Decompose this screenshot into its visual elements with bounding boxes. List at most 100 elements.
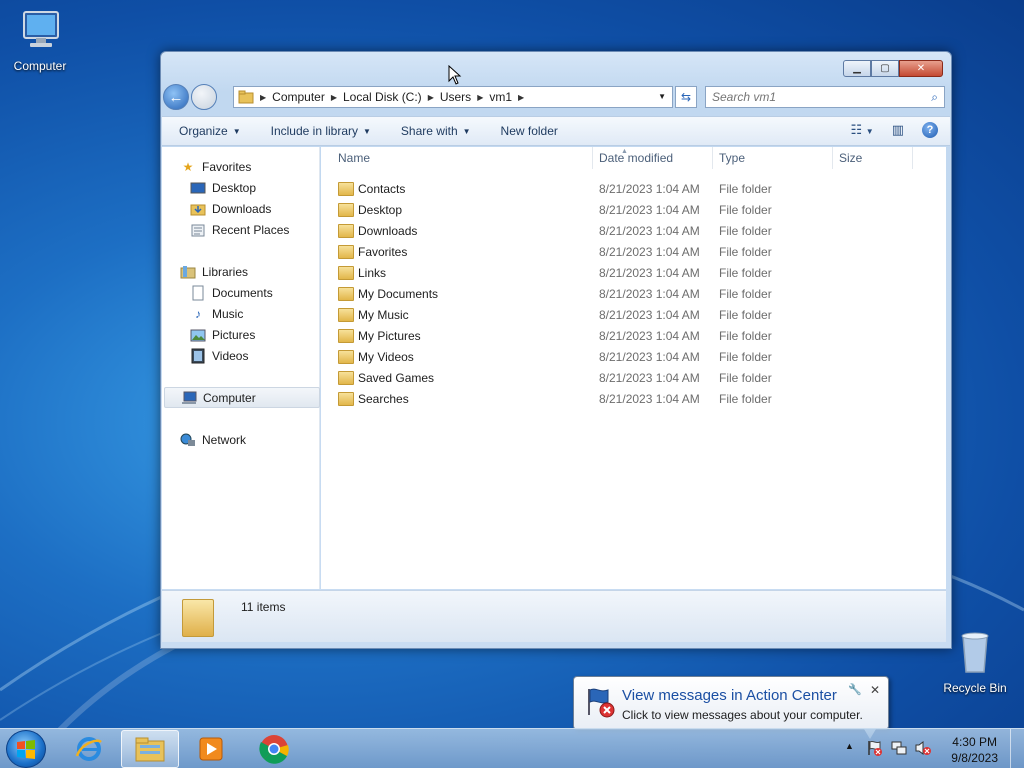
close-button[interactable]: ✕ xyxy=(899,60,943,77)
network-icon[interactable] xyxy=(890,739,908,757)
file-name: Favorites xyxy=(358,244,408,259)
search-box[interactable]: ⌕ xyxy=(705,86,945,108)
column-header-size[interactable]: Size xyxy=(833,147,913,169)
file-name: Saved Games xyxy=(358,370,435,385)
taskbar-chrome[interactable] xyxy=(245,730,303,768)
close-icon[interactable]: ✕ xyxy=(870,683,880,697)
file-date-modified: 8/21/2023 1:04 AM xyxy=(599,350,700,364)
breadcrumb-separator-icon[interactable]: ▶ xyxy=(331,93,337,102)
organize-label: Organize xyxy=(179,124,228,138)
explorer-window[interactable]: ▁ ▢ ✕ ← ▶ Computer ▶ Local Disk (C:) ▶ U… xyxy=(160,51,952,649)
notification-title[interactable]: View messages in Action Center xyxy=(622,687,837,704)
address-bar[interactable]: ▶ Computer ▶ Local Disk (C:) ▶ Users ▶ v… xyxy=(233,86,673,108)
file-type: File folder xyxy=(719,350,772,364)
file-row[interactable]: My Documents xyxy=(338,283,598,304)
file-name: My Documents xyxy=(358,286,439,301)
address-dropdown-icon[interactable]: ▼ xyxy=(658,92,666,101)
folder-icon xyxy=(338,391,354,406)
nav-label: Recent Places xyxy=(212,222,290,237)
wrench-icon[interactable]: 🔧 xyxy=(848,683,862,696)
status-bar: 11 items xyxy=(162,590,946,642)
breadcrumb-users[interactable]: Users xyxy=(440,90,471,104)
breadcrumb-separator-icon[interactable]: ▶ xyxy=(518,93,524,102)
breadcrumb-separator-icon[interactable]: ▶ xyxy=(260,93,266,102)
column-header-label: Name xyxy=(338,151,371,165)
desktop-icon-label: Recycle Bin xyxy=(943,681,1007,695)
back-button[interactable]: ← xyxy=(163,84,189,110)
file-row[interactable]: Saved Games xyxy=(338,367,598,388)
desktop-icon-computer[interactable]: Computer xyxy=(0,8,80,73)
refresh-button[interactable]: ⇆ xyxy=(675,86,697,108)
folder-icon xyxy=(338,349,354,364)
change-view-button[interactable]: ☷ ▼ xyxy=(851,122,874,138)
taskbar-internet-explorer[interactable] xyxy=(60,730,118,768)
nav-computer[interactable]: Computer xyxy=(164,387,320,408)
column-header-type[interactable]: Type xyxy=(713,147,833,169)
search-icon[interactable]: ⌕ xyxy=(931,90,938,105)
toolbar-right-group: ☷ ▼ ▥ ? xyxy=(833,122,938,138)
taskbar-media-player[interactable] xyxy=(182,730,240,768)
chevron-down-icon: ▼ xyxy=(232,126,241,136)
pictures-icon xyxy=(190,327,206,343)
nav-libraries[interactable]: Libraries xyxy=(180,261,336,282)
window-caption-buttons: ▁ ▢ ✕ xyxy=(843,60,943,77)
file-date-modified: 8/21/2023 1:04 AM xyxy=(599,203,700,217)
show-hidden-icons-button[interactable]: ▲ xyxy=(845,741,854,751)
file-row[interactable]: Downloads xyxy=(338,220,598,241)
chrome-icon xyxy=(259,735,289,764)
file-date-modified: 8/21/2023 1:04 AM xyxy=(599,329,700,343)
file-row[interactable]: My Pictures xyxy=(338,325,598,346)
file-row[interactable]: Favorites xyxy=(338,241,598,262)
file-row[interactable]: Contacts xyxy=(338,178,598,199)
breadcrumb-vm1[interactable]: vm1 xyxy=(489,90,512,104)
show-desktop-button[interactable] xyxy=(1010,729,1024,768)
start-button[interactable] xyxy=(6,730,46,768)
organize-button[interactable]: Organize ▼ xyxy=(179,124,241,138)
file-date-modified: 8/21/2023 1:04 AM xyxy=(599,245,700,259)
file-row[interactable]: My Music xyxy=(338,304,598,325)
help-icon: ? xyxy=(922,122,938,138)
breadcrumb-local-disk[interactable]: Local Disk (C:) xyxy=(343,90,422,104)
nav-label: Documents xyxy=(212,285,273,300)
file-type: File folder xyxy=(719,329,772,343)
column-header-date-modified[interactable]: Date modified xyxy=(593,147,713,169)
file-row[interactable]: Links xyxy=(338,262,598,283)
folder-icon xyxy=(338,223,354,238)
taskbar-windows-explorer[interactable] xyxy=(121,730,179,768)
action-center-notification[interactable]: View messages in Action Center Click to … xyxy=(573,676,889,739)
search-input[interactable] xyxy=(712,90,922,104)
mouse-cursor-icon xyxy=(448,65,462,85)
file-type: File folder xyxy=(719,371,772,385)
file-row[interactable]: My Videos xyxy=(338,346,598,367)
volume-muted-icon[interactable] xyxy=(914,739,932,757)
breadcrumb-separator-icon[interactable]: ▶ xyxy=(428,93,434,102)
breadcrumb-computer[interactable]: Computer xyxy=(272,90,325,104)
file-row[interactable]: Searches xyxy=(338,388,598,409)
breadcrumb-separator-icon[interactable]: ▶ xyxy=(477,93,483,102)
nav-network[interactable]: Network xyxy=(180,429,336,450)
action-center-flag-icon[interactable] xyxy=(866,739,884,757)
notification-text[interactable]: Click to view messages about your comput… xyxy=(622,708,863,722)
file-row[interactable]: Desktop xyxy=(338,199,598,220)
folder-icon xyxy=(238,90,254,104)
include-in-library-label: Include in library xyxy=(270,124,358,138)
maximize-icon: ▢ xyxy=(880,63,890,74)
forward-button[interactable] xyxy=(191,84,217,110)
column-header-name[interactable]: Name xyxy=(321,147,593,169)
share-with-button[interactable]: Share with ▼ xyxy=(401,124,471,138)
file-type: File folder xyxy=(719,287,772,301)
nav-label: Desktop xyxy=(212,180,257,195)
new-folder-button[interactable]: New folder xyxy=(501,124,558,138)
nav-label: Downloads xyxy=(212,201,272,216)
preview-pane-button[interactable]: ▥ xyxy=(892,122,904,138)
column-header-label: Type xyxy=(719,151,746,165)
minimize-button[interactable]: ▁ xyxy=(843,60,871,77)
maximize-button[interactable]: ▢ xyxy=(871,60,899,77)
system-clock[interactable]: 4:30 PM 9/8/2023 xyxy=(951,734,998,766)
folder-icon xyxy=(338,181,354,196)
help-button[interactable]: ? xyxy=(922,122,938,138)
folder-icon xyxy=(338,202,354,217)
include-in-library-button[interactable]: Include in library ▼ xyxy=(271,124,371,138)
music-note-icon: ♪ xyxy=(195,306,201,321)
nav-favorites[interactable]: ★ Favorites xyxy=(180,156,336,177)
